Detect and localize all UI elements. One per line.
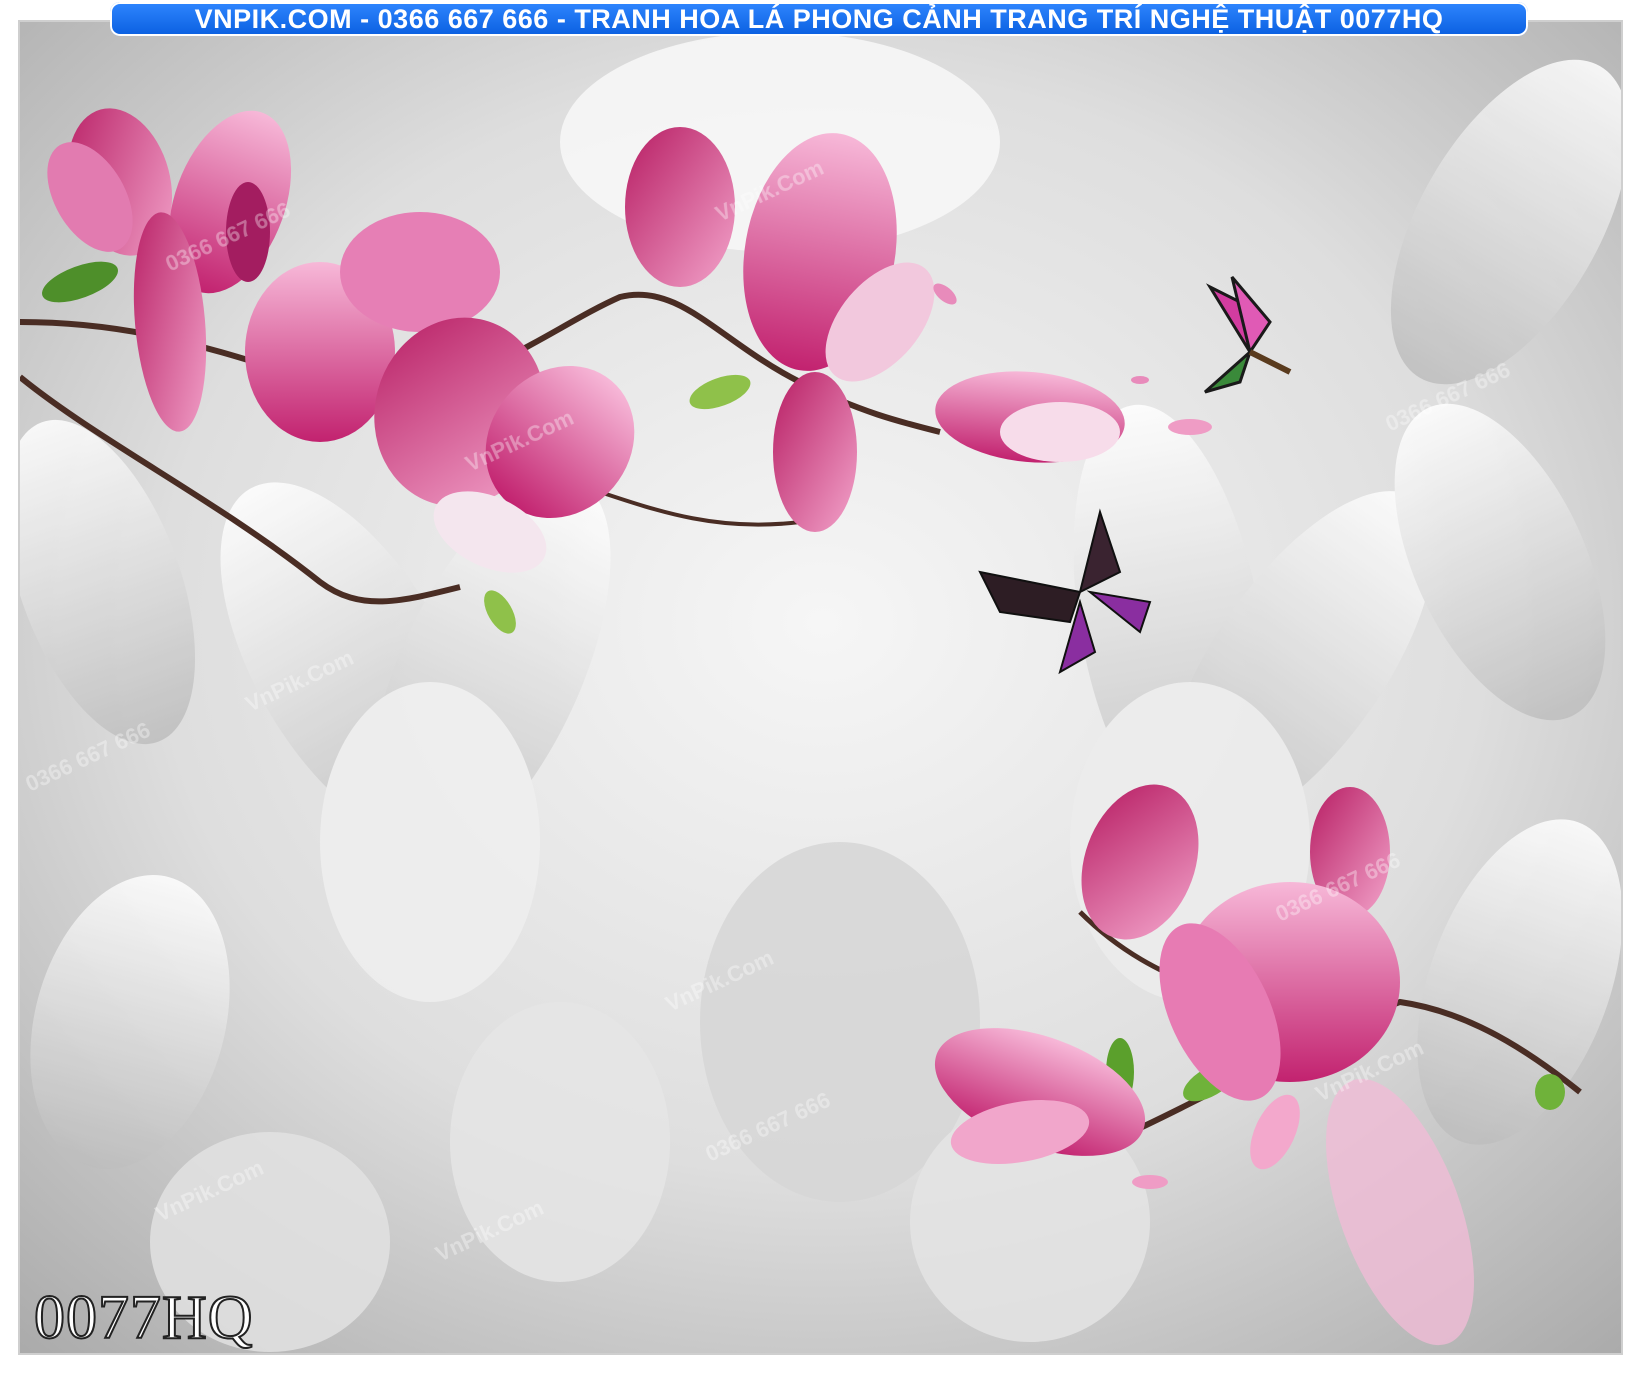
product-code: 0077HQ <box>33 1283 254 1353</box>
magnolia-painting: VnPik.Com 0366 667 666 VnPik.Com 0366 66… <box>20 22 1621 1353</box>
title-banner: VNPIK.COM - 0366 667 666 - TRANH HOA LÁ … <box>110 2 1528 36</box>
banner-text: VNPIK.COM - 0366 667 666 - TRANH HOA LÁ … <box>194 3 1444 34</box>
artwork-frame: VnPik.Com 0366 667 666 VnPik.Com 0366 66… <box>18 20 1623 1355</box>
